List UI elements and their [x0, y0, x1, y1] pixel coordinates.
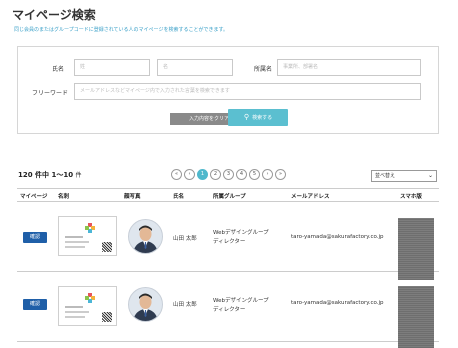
page-prev[interactable]: ‹: [184, 169, 195, 180]
sort-label: 並べ替え: [375, 173, 396, 179]
pagination: « ‹ 1 2 3 4 5 › »: [171, 169, 286, 180]
business-card-image[interactable]: [58, 216, 117, 256]
page-title: マイページ検索: [12, 8, 96, 22]
chevron-down-icon: ⌄: [427, 172, 433, 179]
page-next[interactable]: ›: [262, 169, 273, 180]
result-count: 120 件中 1～10 件: [18, 170, 82, 180]
page-last[interactable]: »: [275, 169, 286, 180]
last-name-input[interactable]: 姓: [74, 59, 150, 76]
result-count-suffix: 件: [75, 172, 82, 179]
header-mobile: スマホ版: [400, 194, 422, 200]
person-name: 山田 太郎: [173, 236, 197, 242]
group-line2: ディレクター: [213, 239, 246, 245]
mobile-preview-thumbnail[interactable]: [398, 218, 434, 280]
search-panel: 氏名 姓 名 所属名 事業所、部署名 フリーワード メールアドレスなどマイページ…: [17, 46, 439, 134]
page-first[interactable]: «: [171, 169, 182, 180]
page-2[interactable]: 2: [210, 169, 221, 180]
header-email: メールアドレス: [291, 194, 330, 200]
table-header: マイページ 名刺 顔写真 氏名 所属グループ メールアドレス スマホ版: [17, 188, 439, 202]
company-logo-icon: [85, 293, 95, 303]
search-icon: ⚲: [243, 113, 250, 121]
email-address: taro-yamada@sakurafactory.co.jp: [291, 300, 384, 306]
result-count-main: 120 件中 1～10: [18, 171, 74, 179]
confirm-button[interactable]: 確認: [23, 299, 47, 310]
freeword-label: フリーワード: [32, 90, 69, 97]
header-mypage: マイページ: [20, 194, 48, 200]
header-photo: 顔写真: [124, 194, 141, 200]
first-name-input[interactable]: 名: [157, 59, 233, 76]
freeword-input[interactable]: メールアドレスなどマイページ内で入力された言葉を検索できます: [74, 83, 421, 100]
header-card: 名刺: [58, 194, 70, 200]
group-line1: Webデザイングループ: [213, 230, 269, 236]
avatar: [128, 287, 163, 322]
qr-code-icon: [102, 312, 112, 322]
mobile-preview-thumbnail[interactable]: [398, 286, 434, 348]
group-line1: Webデザイングループ: [213, 298, 269, 304]
page-4[interactable]: 4: [236, 169, 247, 180]
person-photo-icon: [133, 225, 158, 253]
company-label: 所属名: [254, 66, 273, 73]
avatar: [128, 219, 163, 254]
confirm-button[interactable]: 確認: [23, 232, 47, 243]
table-row: 確認 山田 太郎 Webデザイングループ ディレクター taro-yamada@…: [17, 202, 439, 280]
page-description: 同じ会員のまたはグループコードに登録されている人のマイページを検索することができ…: [14, 27, 228, 33]
business-card-image[interactable]: [58, 286, 117, 326]
header-name: 氏名: [173, 194, 185, 200]
person-photo-icon: [133, 293, 158, 321]
qr-code-icon: [102, 242, 112, 252]
group-line2: ディレクター: [213, 307, 246, 313]
sort-select[interactable]: 並べ替え ⌄: [371, 170, 437, 182]
page-3[interactable]: 3: [223, 169, 234, 180]
page-5[interactable]: 5: [249, 169, 260, 180]
email-address: taro-yamada@sakurafactory.co.jp: [291, 234, 384, 240]
company-logo-icon: [85, 223, 95, 233]
header-group: 所属グループ: [213, 194, 246, 200]
page-1[interactable]: 1: [197, 169, 208, 180]
person-name: 山田 太郎: [173, 302, 197, 308]
search-button-label: 検索する: [252, 115, 273, 121]
company-input[interactable]: 事業所、部署名: [277, 59, 421, 76]
search-button[interactable]: ⚲ 検索する: [228, 109, 288, 126]
table-row: 確認 山田 太郎 Webデザイングループ ディレクター taro-yamada@…: [17, 272, 439, 348]
name-label: 氏名: [52, 66, 65, 73]
